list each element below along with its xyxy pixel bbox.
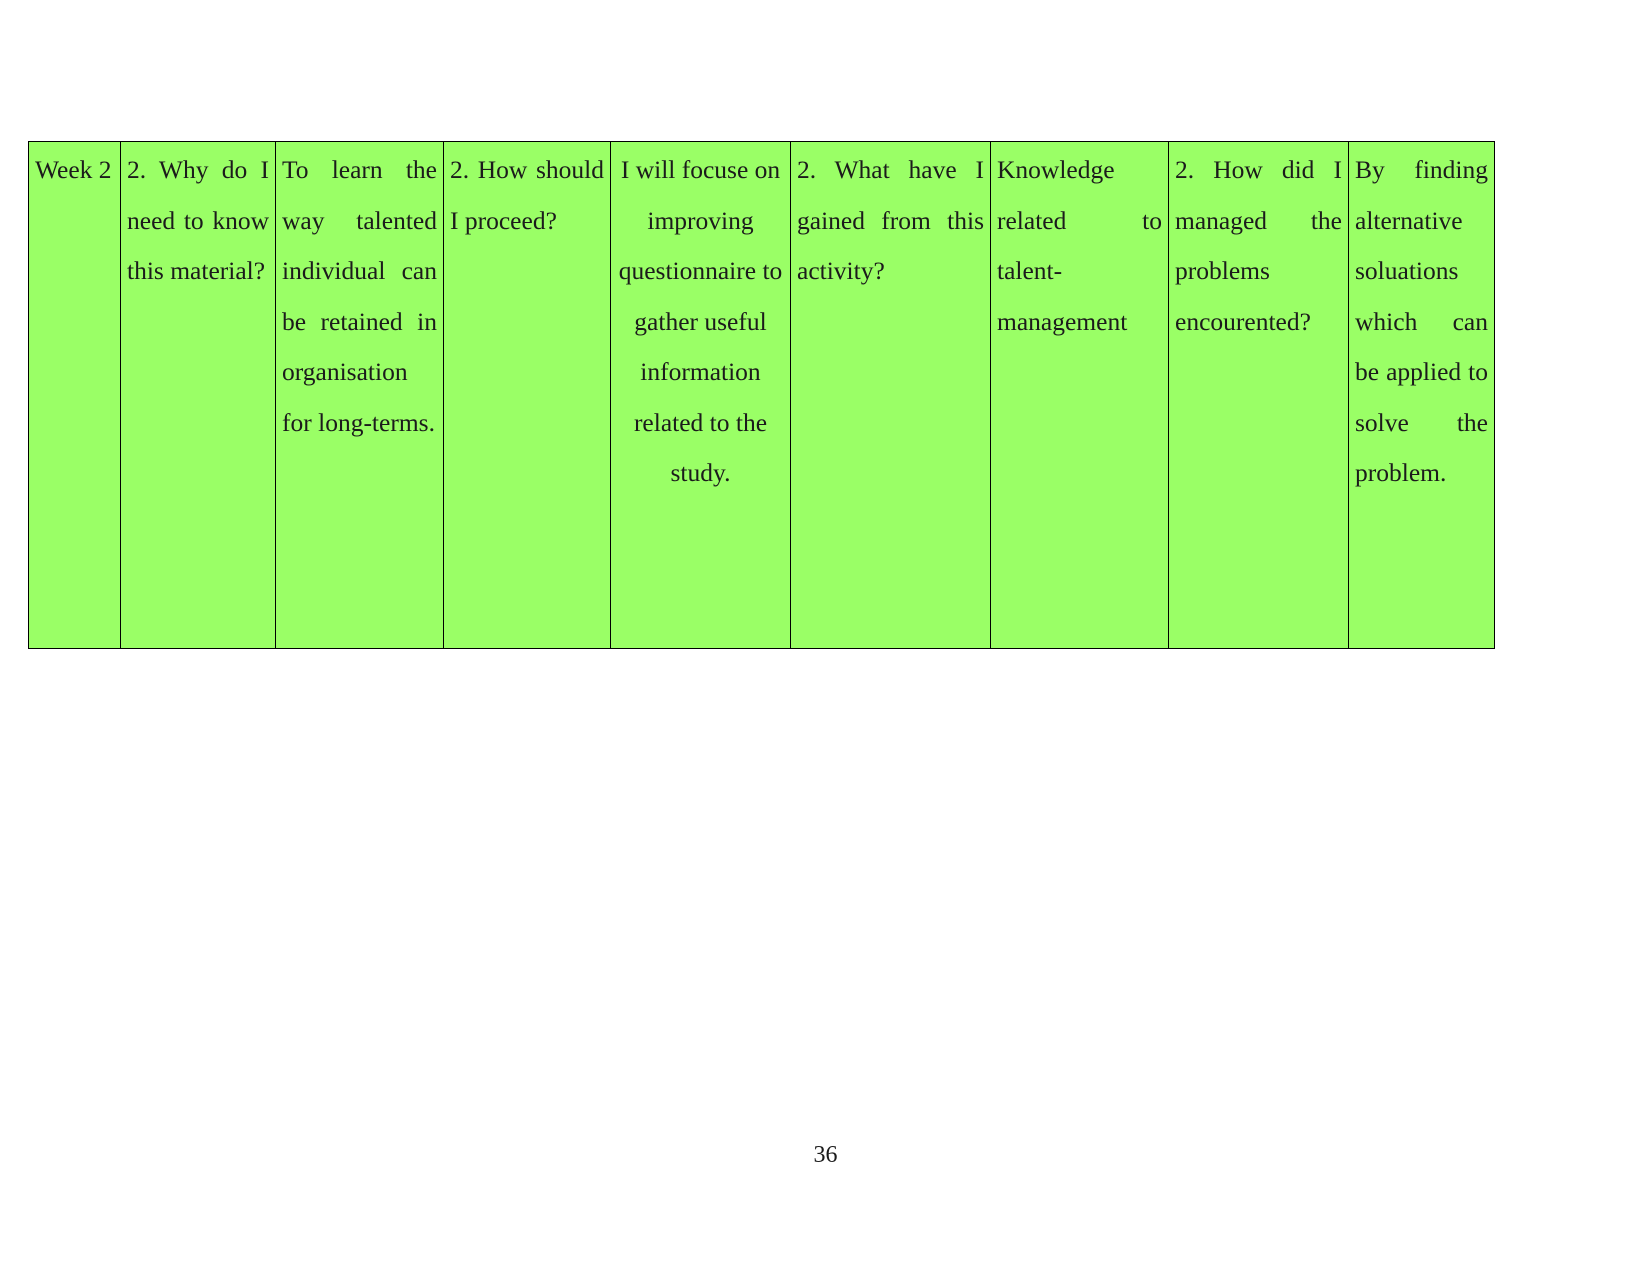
table-cell-question-3: 2. What have I gained from this activity… xyxy=(790,141,991,649)
answer-1-text: To learn the way talented individual can… xyxy=(282,155,437,437)
table-cell-question-2: 2. How should I proceed? xyxy=(443,141,611,649)
answer-4-text: By finding alternative soluations which … xyxy=(1355,155,1488,487)
table-cell-week-label: Week 2 xyxy=(28,141,121,649)
table-cell-answer-3: Knowledge related to talent-management xyxy=(990,141,1169,649)
question-1-text: 2. Why do I need to know this material? xyxy=(127,155,269,285)
table-cell-question-4: 2. How did I managed the problems encour… xyxy=(1168,141,1349,649)
answer-2-text: I will focuse on improving questionnaire… xyxy=(618,155,783,487)
document-page: Week 2 2. Why do I need to know this mat… xyxy=(0,0,1651,1275)
table-cell-answer-4: By finding alternative soluations which … xyxy=(1348,141,1495,649)
table-row: Week 2 2. Why do I need to know this mat… xyxy=(28,141,1495,649)
weekly-reflective-journal-table: Week 2 2. Why do I need to know this mat… xyxy=(28,141,1495,649)
table-cell-answer-1: To learn the way talented individual can… xyxy=(275,141,444,649)
question-4-text: 2. How did I managed the problems encour… xyxy=(1175,155,1342,336)
table-cell-question-1: 2. Why do I need to know this material? xyxy=(120,141,276,649)
table-cell-answer-2: I will focuse on improving questionnaire… xyxy=(610,141,791,649)
week-label-text: Week 2 xyxy=(35,155,112,184)
question-3-text: 2. What have I gained from this activity… xyxy=(797,155,984,285)
answer-3-text: Knowledge related to talent-management xyxy=(997,155,1162,336)
question-2-text: 2. How should I proceed? xyxy=(450,155,604,235)
page-number: 36 xyxy=(813,1142,838,1168)
